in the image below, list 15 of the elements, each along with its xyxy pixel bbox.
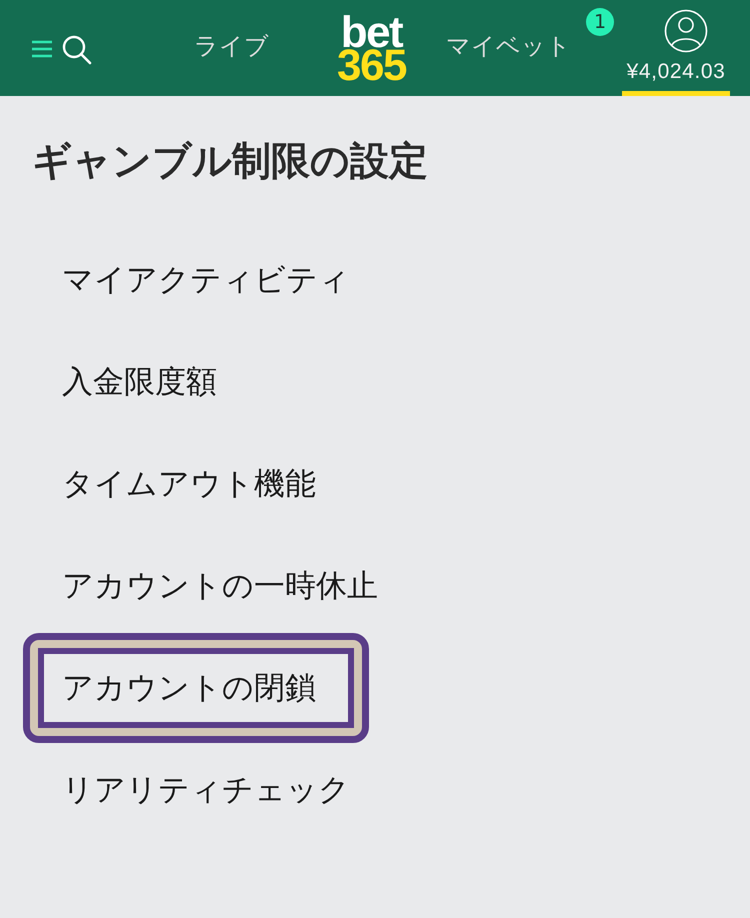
search-icon[interactable]	[62, 35, 92, 65]
nav-tab[interactable]: マイベット	[446, 31, 571, 61]
menu-item[interactable]: 入金限度額	[62, 362, 217, 402]
nav-tab[interactable]: ライブ	[194, 31, 269, 61]
menu-item[interactable]: アカウントの閉鎖	[38, 648, 354, 728]
page-title: ギャンブル制限の設定	[32, 139, 428, 185]
count-badge: 1	[586, 8, 614, 36]
menu-item[interactable]: マイアクティビティ	[62, 260, 350, 300]
menu-icon[interactable]	[32, 40, 52, 58]
account-icon[interactable]	[664, 9, 708, 53]
menu-item[interactable]: タイムアウト機能	[62, 464, 316, 504]
menu-item[interactable]: リアリティチェック	[62, 770, 350, 810]
account-balance[interactable]: ¥4,024.03	[626, 60, 726, 84]
menu-item[interactable]: アカウントの一時休止	[62, 566, 378, 606]
logo[interactable]: bet 365	[337, 14, 406, 82]
